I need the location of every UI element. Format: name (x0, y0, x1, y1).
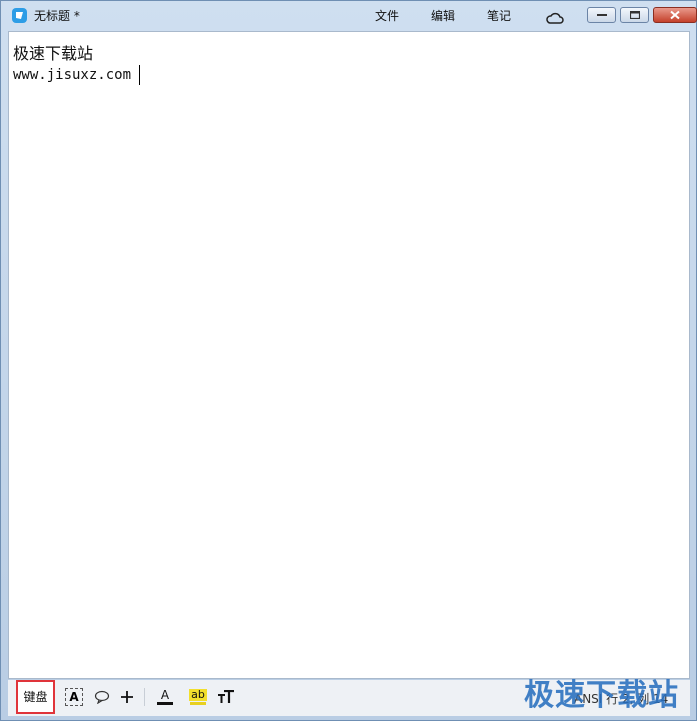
close-button[interactable] (653, 7, 697, 23)
speech-bubble-button[interactable] (93, 686, 111, 708)
keyboard-button[interactable]: 键盘 (16, 680, 55, 714)
toolbar-divider (144, 688, 145, 706)
highlight-button[interactable]: ab (189, 686, 207, 708)
maximize-button[interactable] (620, 7, 649, 23)
font-color-icon: A (160, 688, 170, 702)
text-editor-area[interactable]: 极速下载站 www.jisuxz.com (8, 31, 690, 679)
add-button[interactable] (119, 686, 135, 708)
watermark-logo: 极速下载站 (524, 678, 679, 713)
font-size-button[interactable] (216, 686, 236, 708)
app-window: 无标题 * 文件 编辑 笔记 极速下载站 www.jisuxz.com 键盘 A (0, 0, 697, 721)
minimize-button[interactable] (587, 7, 616, 23)
text-caret (139, 65, 140, 85)
editor-line-2: www.jisuxz.com (13, 67, 132, 83)
highlight-icon: ab (189, 688, 207, 701)
menu-note[interactable]: 笔记 (487, 7, 511, 24)
cloud-sync-icon[interactable] (546, 9, 564, 28)
plus-icon (121, 691, 133, 703)
text-box-icon: A (65, 688, 83, 706)
font-size-icon (218, 690, 234, 703)
font-color-button[interactable]: A (156, 686, 174, 708)
speech-bubble-icon (94, 690, 110, 704)
window-title: 无标题 * (34, 9, 80, 23)
editor-line-1: 极速下载站 (13, 44, 94, 63)
app-logo-icon (12, 8, 27, 23)
menu-file[interactable]: 文件 (375, 7, 399, 24)
text-box-button[interactable]: A (64, 686, 84, 708)
menu-edit[interactable]: 编辑 (431, 7, 455, 24)
title-bar[interactable]: 无标题 * 文件 编辑 笔记 (1, 1, 697, 31)
